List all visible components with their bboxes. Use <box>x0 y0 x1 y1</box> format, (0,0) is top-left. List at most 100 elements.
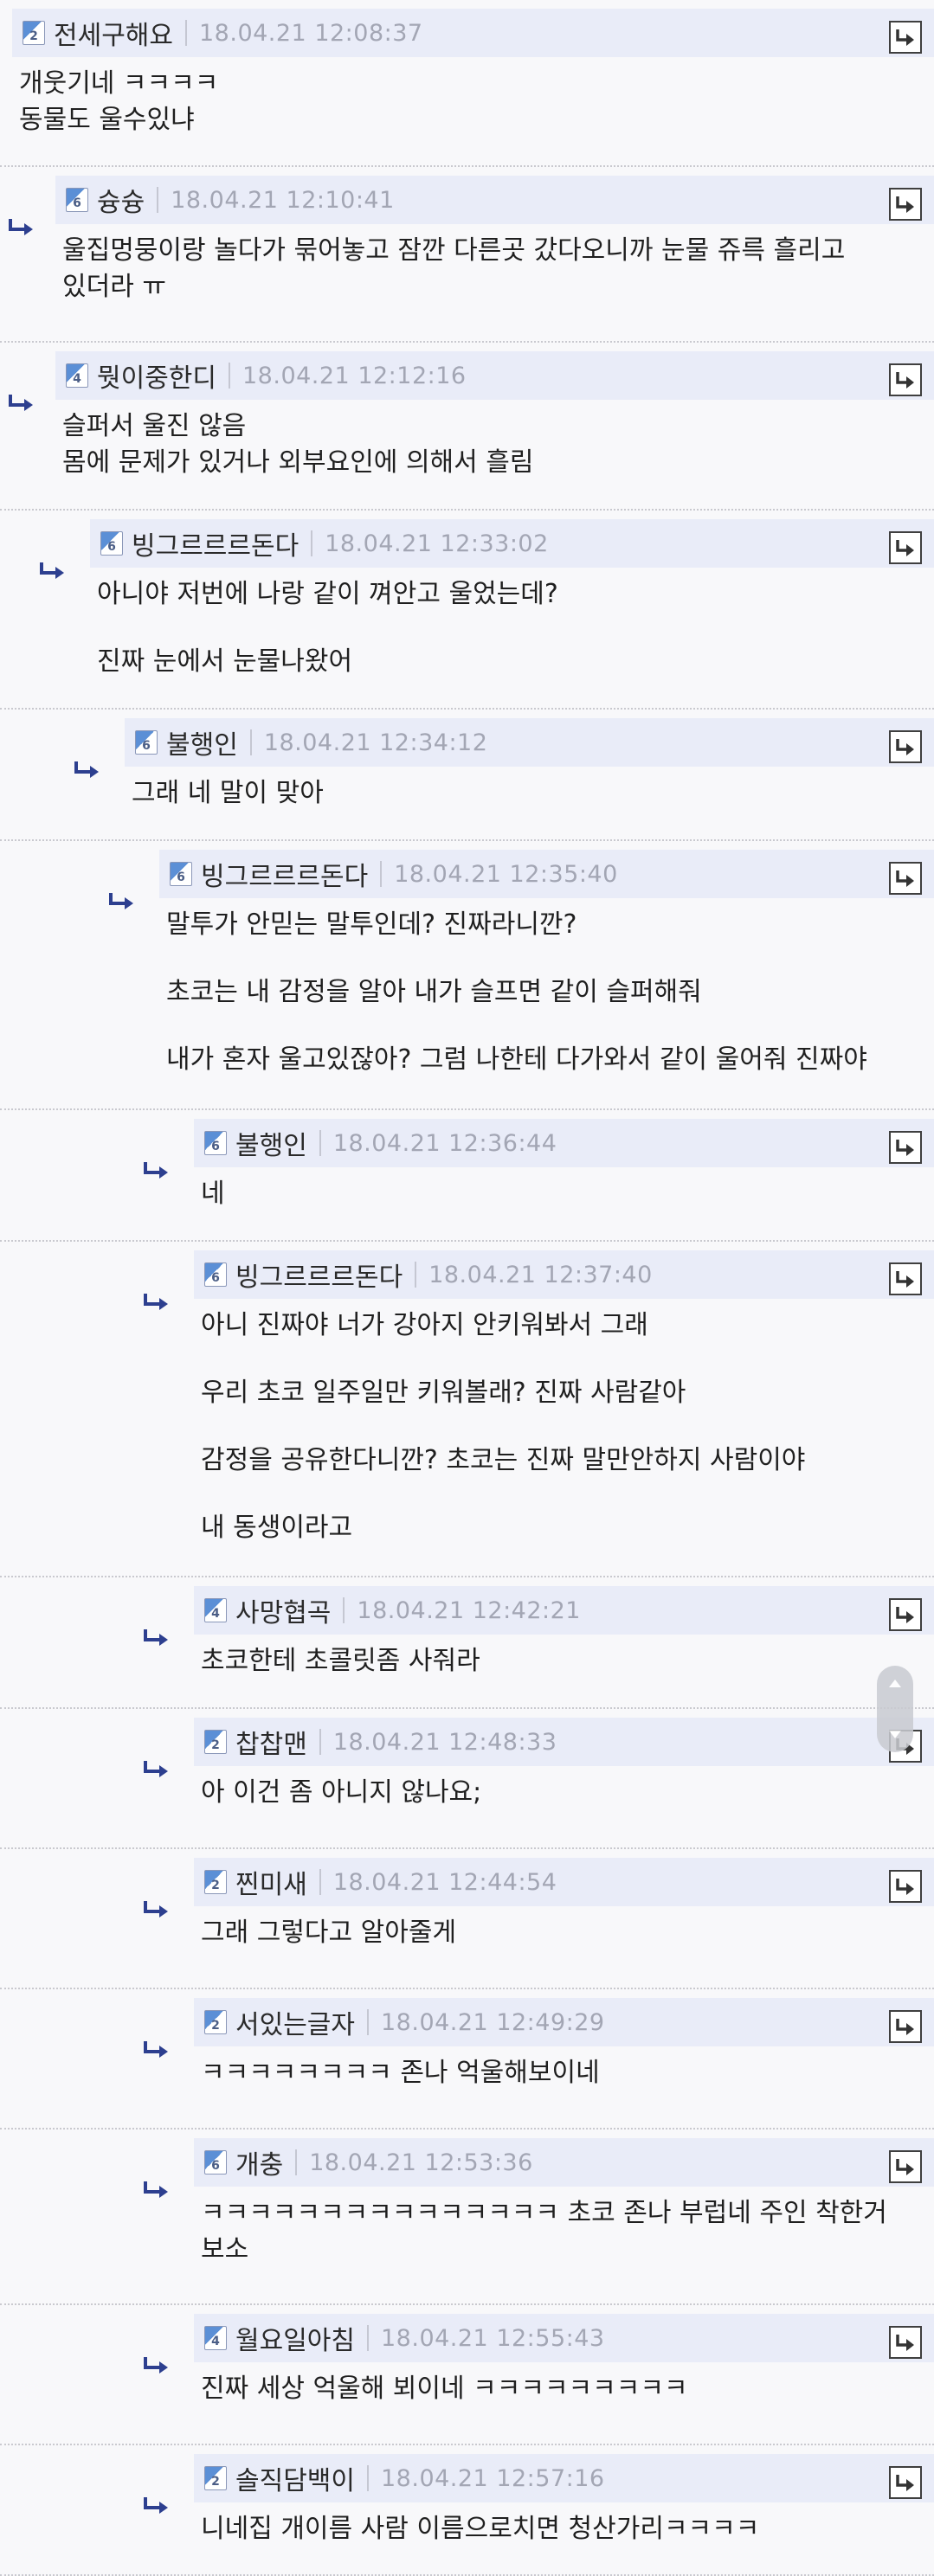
author-nickname[interactable]: 개충 <box>235 2143 283 2181</box>
reply-button[interactable] <box>889 730 922 763</box>
level-badge-icon: 2 <box>204 1870 227 1894</box>
reply-arrow-icon <box>40 562 64 579</box>
comment-item: 4 월요일아침 18.04.21 12:55:43 진짜 세상 억울해 뵈이네 ㅋㅋㅋ… <box>0 2305 934 2445</box>
author-nickname[interactable]: 전세구해요 <box>54 14 173 52</box>
author-nickname[interactable]: 빙그르르르돈다 <box>132 524 299 562</box>
author-nickname[interactable]: 사망협곡 <box>235 1591 331 1629</box>
divider <box>311 530 313 556</box>
author-nickname[interactable]: 솔직담백이 <box>235 2459 355 2497</box>
author-nickname[interactable]: 찹찹맨 <box>235 1723 307 1761</box>
divider <box>319 1869 321 1895</box>
author-nickname[interactable]: 슝슝 <box>97 181 145 219</box>
reply-button[interactable] <box>889 1131 922 1164</box>
author-nickname[interactable]: 뭣이중한디 <box>97 357 216 395</box>
comment-body: 니네집 개이름 사람 이름으로치면 청산가리ㅋㅋㅋㅋ <box>201 2511 759 2547</box>
reply-arrow-icon <box>144 1162 168 1179</box>
divider <box>157 187 159 213</box>
author-nickname[interactable]: 찐미새 <box>235 1863 307 1901</box>
comment-body: 진짜 세상 억울해 뵈이네 ㅋㅋㅋㅋㅋㅋㅋㅋㅋ <box>201 2371 688 2407</box>
reply-arrow-icon <box>144 1761 168 1777</box>
reply-arrow-icon <box>9 219 33 235</box>
comment-text: 그래 그렇다고 알아줄게 <box>201 1918 457 1948</box>
author-nickname[interactable]: 서있는글자 <box>235 2003 355 2041</box>
reply-icon <box>896 2159 914 2175</box>
level-badge-icon: 2 <box>204 2010 227 2034</box>
reply-icon <box>896 372 914 389</box>
comment-item: 6 빙그르르르돈다 18.04.21 12:35:40 말투가 안믿는 말투인데? 진… <box>0 841 934 1110</box>
comment-body: 초코한테 초콜릿좀 사줘라 <box>201 1643 480 1680</box>
comment-body: 아니 진짜야 너가 강아지 안키워봐서 그래 우리 초코 일주일만 키워볼래? 진… <box>201 1307 805 1546</box>
comment-text: 내가 혼자 울고있잖아? 그럼 나한테 다가와서 같이 울어줘 진짜야 <box>166 1044 867 1075</box>
author-nickname[interactable]: 불행인 <box>166 723 238 761</box>
author-nickname[interactable]: 빙그르르르돈다 <box>235 1256 403 1294</box>
reply-icon <box>896 1271 914 1288</box>
author-nickname[interactable]: 빙그르르르돈다 <box>201 855 368 893</box>
divider <box>415 1262 417 1288</box>
level-badge-icon: 6 <box>170 862 192 886</box>
reply-arrow-icon <box>9 395 33 411</box>
comment-text: 울집멍뭉이랑 놀다가 묶어놓고 잠깐 다른곳 갔다오니까 눈물 쥬륵 흘리고 있… <box>62 235 846 302</box>
divider <box>367 2009 369 2035</box>
reply-arrow-icon <box>144 2041 168 2058</box>
reply-button[interactable] <box>889 363 922 396</box>
reply-button[interactable] <box>889 2326 922 2359</box>
reply-arrow-icon <box>74 761 99 778</box>
comment-body: 네 <box>201 1176 225 1212</box>
reply-button[interactable] <box>889 2010 922 2043</box>
author-nickname[interactable]: 불행인 <box>235 1124 307 1162</box>
comment-text: 아 이건 좀 아니지 않나요; <box>201 1777 482 1808</box>
reply-arrow-icon <box>144 1629 168 1646</box>
comment-timestamp: 18.04.21 12:08:37 <box>199 19 423 47</box>
comment-timestamp: 18.04.21 12:55:43 <box>381 2324 605 2352</box>
comment-text: 말투가 안믿는 말투인데? 진짜라니깐? <box>166 909 577 940</box>
comment-body: 아 이건 좀 아니지 않나요; <box>201 1775 481 1811</box>
author-nickname[interactable]: 월요일아침 <box>235 2319 355 2357</box>
comment-header: 2 찐미새 18.04.21 12:44:54 <box>194 1858 934 1906</box>
comment-text: 초코는 내 감정을 알아 내가 슬프면 같이 슬퍼해줘 <box>166 977 702 1007</box>
reply-button[interactable] <box>889 1598 922 1631</box>
reply-button[interactable] <box>889 1870 922 1903</box>
level-badge-icon: 2 <box>204 1730 227 1754</box>
comment-timestamp: 18.04.21 12:57:16 <box>381 2464 605 2492</box>
level-badge-icon: 6 <box>135 730 158 755</box>
reply-button[interactable] <box>889 862 922 895</box>
comment-item: 4 뭣이중한디 18.04.21 12:12:16 슬퍼서 울진 않음 몸에 문제가 … <box>0 343 934 511</box>
level-badge-icon: 4 <box>66 363 88 388</box>
reply-arrow-icon <box>144 2357 168 2374</box>
reply-icon <box>896 540 914 556</box>
reply-button[interactable] <box>889 1262 922 1295</box>
comment-header: 6 빙그르르르돈다 18.04.21 12:35:40 <box>159 850 934 898</box>
reply-icon <box>896 870 914 887</box>
comment-text: 슬퍼서 울진 않음 몸에 문제가 있거나 외부요인에 의해서 흘림 <box>62 411 534 478</box>
level-badge-icon: 6 <box>204 2150 227 2175</box>
reply-button[interactable] <box>889 2150 922 2183</box>
level-badge-icon: 2 <box>204 2466 227 2490</box>
comment-text: 감정을 공유한다니깐? 초코는 진짜 말만안하지 사람이야 <box>201 1445 806 1475</box>
reply-button[interactable] <box>889 531 922 564</box>
reply-icon <box>896 739 914 755</box>
reply-icon <box>896 1140 914 1156</box>
comment-header: 2 찹찹맨 18.04.21 12:48:33 <box>194 1718 934 1766</box>
reply-icon <box>896 1879 914 1895</box>
comment-timestamp: 18.04.21 12:33:02 <box>325 530 549 557</box>
divider <box>295 2149 298 2175</box>
scroll-top-bottom-button[interactable] <box>877 1666 913 1752</box>
comment-text: 진짜 눈에서 눈물나왔어 <box>97 646 353 677</box>
comment-text: ㅋㅋㅋㅋㅋㅋㅋㅋ 존나 억울해보이네 <box>201 2058 600 2088</box>
comment-item: 2 찐미새 18.04.21 12:44:54 그래 그렇다고 알아줄게 <box>0 1849 934 1989</box>
comment-item: 2 솔직담백이 18.04.21 12:57:16 니네집 개이름 사람 이름으로치면… <box>0 2445 934 2576</box>
reply-arrow-icon <box>144 2497 168 2514</box>
divider <box>380 861 383 887</box>
reply-arrow-icon <box>144 1901 168 1918</box>
reply-icon <box>896 2019 914 2035</box>
comment-body: 울집멍뭉이랑 놀다가 묶어놓고 잠깐 다른곳 갔다오니까 눈물 쥬륵 흘리고 있… <box>62 233 845 305</box>
comment-text: 진짜 세상 억울해 뵈이네 ㅋㅋㅋㅋㅋㅋㅋㅋㅋ <box>201 2374 688 2404</box>
reply-button[interactable] <box>889 21 922 54</box>
reply-button[interactable] <box>889 2466 922 2499</box>
divider <box>367 2465 369 2491</box>
reply-button[interactable] <box>889 188 922 221</box>
comment-text: 개웃기네 ㅋㅋㅋㅋ 동물도 울수있냐 <box>19 68 219 135</box>
comment-body: 말투가 안믿는 말투인데? 진짜라니깐? 초코는 내 감정을 알아 내가 슬프면 … <box>166 907 867 1078</box>
reply-arrow-icon <box>144 1294 168 1310</box>
reply-icon <box>896 196 914 213</box>
